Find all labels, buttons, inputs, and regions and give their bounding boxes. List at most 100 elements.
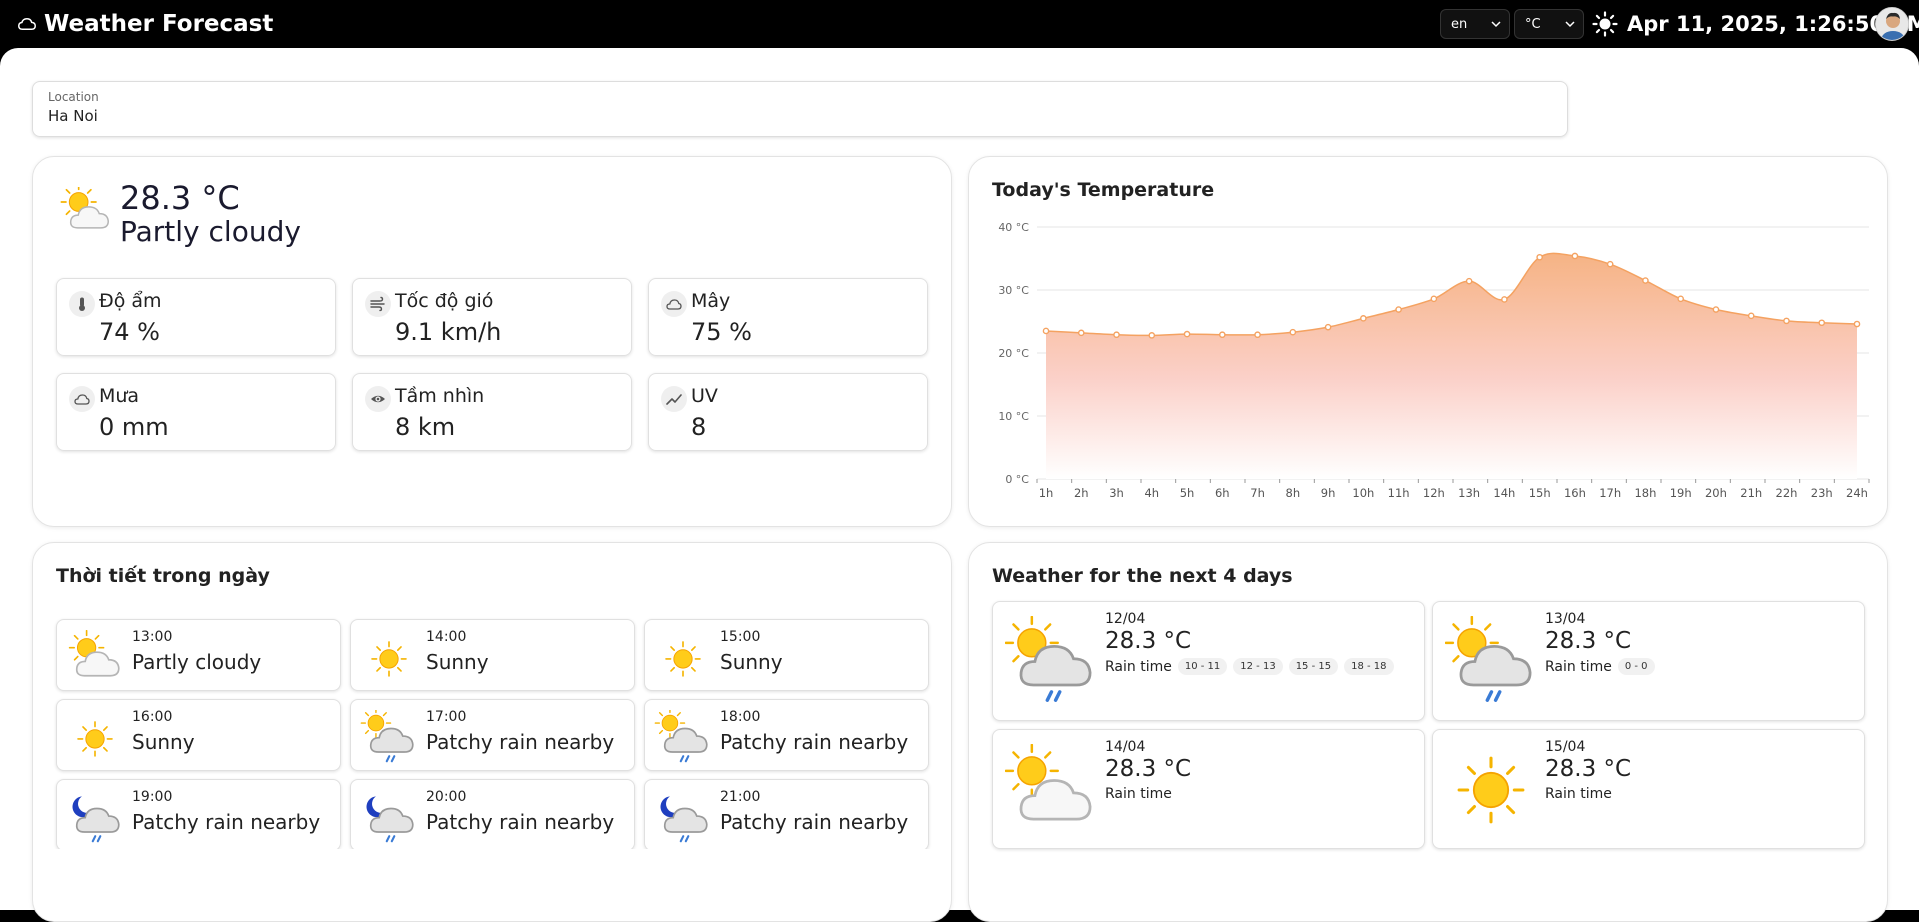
hour-item[interactable]: 17:00 Patchy rain nearby <box>350 699 635 771</box>
x-tick-label: 6h <box>1215 486 1230 500</box>
rain-time-row: Rain time 10 - 11 12 - 13 15 - 15 18 - 1… <box>1105 658 1394 675</box>
sun-rain-icon <box>360 710 414 763</box>
hour-item[interactable]: 19:00 Patchy rain nearby <box>56 779 341 849</box>
partly-cloudy-icon <box>1005 744 1092 821</box>
x-tick-label: 12h <box>1423 486 1445 500</box>
hour-item[interactable]: 21:00 Patchy rain nearby <box>644 779 929 849</box>
data-point[interactable] <box>1183 330 1191 338</box>
y-tick-label: 20 °C <box>998 347 1029 360</box>
cloud-icon <box>69 386 95 412</box>
temperature-chart-card: Today's Temperature 0 °C 10 °C 20 °C 30 °C 4… <box>968 156 1888 527</box>
rain-time-chip: 18 - 18 <box>1344 658 1394 675</box>
hour-item[interactable]: 15:00 Sunny <box>644 619 929 691</box>
language-value: en <box>1451 16 1468 32</box>
hour-condition: Patchy rain nearby <box>132 810 321 834</box>
data-point[interactable] <box>1465 277 1473 285</box>
stat-label: Độ ẩm <box>99 290 162 312</box>
brand[interactable]: Weather Forecast <box>18 11 273 37</box>
x-tick-label: 21h <box>1740 486 1762 500</box>
data-point[interactable] <box>1360 315 1367 322</box>
data-point[interactable] <box>1712 306 1720 313</box>
hour-item[interactable]: 14:00 Sunny <box>350 619 635 691</box>
moon-rain-icon <box>72 796 120 843</box>
location-field[interactable]: Location Ha Noi <box>32 81 1568 137</box>
current-temperature: 28.3 °C <box>120 179 240 217</box>
hour-item[interactable]: 20:00 Patchy rain nearby <box>350 779 635 849</box>
hour-condition: Patchy rain nearby <box>720 730 909 754</box>
thermometer-icon <box>69 291 95 317</box>
stat-cloud-cover: Mây 75 % <box>648 278 928 356</box>
hour-item[interactable]: 13:00 Partly cloudy <box>56 619 341 691</box>
day-forecast-card[interactable]: 14/04 28.3 °C Rain time <box>992 729 1425 849</box>
sun-rain-icon <box>654 710 708 763</box>
data-point[interactable] <box>1042 327 1050 335</box>
hour-time: 17:00 <box>426 709 467 725</box>
unit-select[interactable]: °C <box>1514 9 1584 39</box>
language-select[interactable]: en <box>1440 9 1510 39</box>
current-weather-card: 28.3 °C Partly cloudy Độ ẩm 74 % Tốc độ … <box>32 156 952 527</box>
stat-rain: Mưa 0 mm <box>56 373 336 451</box>
data-point[interactable] <box>1677 295 1684 303</box>
rain-time-label: Rain time <box>1105 786 1172 802</box>
data-point[interactable] <box>1430 295 1438 303</box>
rain-time-row: Rain time <box>1545 786 1612 802</box>
partly-cloudy-icon <box>60 187 110 229</box>
data-point[interactable] <box>1853 320 1861 328</box>
partly-cloudy-icon <box>68 630 120 677</box>
sun-icon <box>371 641 407 677</box>
hour-item[interactable]: 18:00 Patchy rain nearby <box>644 699 929 771</box>
data-point[interactable] <box>1324 323 1332 331</box>
temperature-chart: 0 °C 10 °C 20 °C 30 °C 40 °C 1h 2h 3h 4h 5h 6h 7h 8… <box>998 221 1870 500</box>
stat-uv: UV 8 <box>648 373 928 451</box>
x-tick-label: 2h <box>1074 486 1089 500</box>
location-value[interactable]: Ha Noi <box>48 107 1552 125</box>
day-date: 13/04 <box>1545 611 1586 627</box>
hour-condition: Sunny <box>426 650 489 674</box>
day-temperature: 28.3 °C <box>1105 756 1192 782</box>
x-tick-label: 1h <box>1039 486 1054 500</box>
data-point[interactable] <box>1289 328 1297 336</box>
chevron-down-icon <box>1565 21 1575 28</box>
hour-time: 13:00 <box>132 629 173 645</box>
data-point[interactable] <box>1783 317 1790 325</box>
data-point[interactable] <box>1606 260 1614 268</box>
x-tick-label: 3h <box>1109 486 1124 500</box>
data-point[interactable] <box>1642 277 1649 284</box>
hour-time: 15:00 <box>720 629 761 645</box>
theme-toggle-sun-icon[interactable] <box>1592 11 1618 37</box>
trend-icon <box>661 386 687 412</box>
stat-humidity: Độ ẩm 74 % <box>56 278 336 356</box>
data-point[interactable] <box>1077 329 1085 337</box>
location-label: Location <box>48 90 99 104</box>
data-point[interactable] <box>1254 331 1261 339</box>
x-tick-label: 23h <box>1811 486 1833 500</box>
hour-time: 19:00 <box>132 789 173 805</box>
avatar[interactable] <box>1875 7 1909 41</box>
rain-time-label: Rain time <box>1545 658 1612 675</box>
stat-label: Mây <box>691 290 731 312</box>
day-forecast-card[interactable]: 15/04 28.3 °C Rain time <box>1432 729 1865 849</box>
rain-time-label: Rain time <box>1545 786 1612 802</box>
hour-time: 20:00 <box>426 789 467 805</box>
data-point[interactable] <box>1536 253 1543 261</box>
data-point[interactable] <box>1395 306 1402 313</box>
day-forecast-card[interactable]: 12/04 28.3 °C Rain time 10 - 11 12 - 13 … <box>992 601 1425 721</box>
hour-item[interactable]: 16:00 Sunny <box>56 699 341 771</box>
stat-value: 9.1 km/h <box>395 318 502 346</box>
data-point[interactable] <box>1219 331 1226 339</box>
hour-condition: Sunny <box>132 730 195 754</box>
data-point[interactable] <box>1501 296 1508 303</box>
stat-label: UV <box>691 385 718 407</box>
data-point[interactable] <box>1113 331 1120 339</box>
data-point[interactable] <box>1148 332 1156 339</box>
next-days-card: Weather for the next 4 days 12/04 28.3 °… <box>968 542 1888 922</box>
x-tick-label: 16h <box>1564 486 1586 500</box>
x-tick-label: 4h <box>1144 486 1159 500</box>
data-point[interactable] <box>1818 319 1826 327</box>
hour-time: 16:00 <box>132 709 173 725</box>
hour-condition: Patchy rain nearby <box>720 810 909 834</box>
day-forecast-card[interactable]: 13/04 28.3 °C Rain time 0 - 0 <box>1432 601 1865 721</box>
hourly-list[interactable]: 13:00 Partly cloudy 14:00 Sunny 15:00 Su… <box>33 543 951 849</box>
data-point[interactable] <box>1571 252 1579 260</box>
data-point[interactable] <box>1747 312 1755 320</box>
